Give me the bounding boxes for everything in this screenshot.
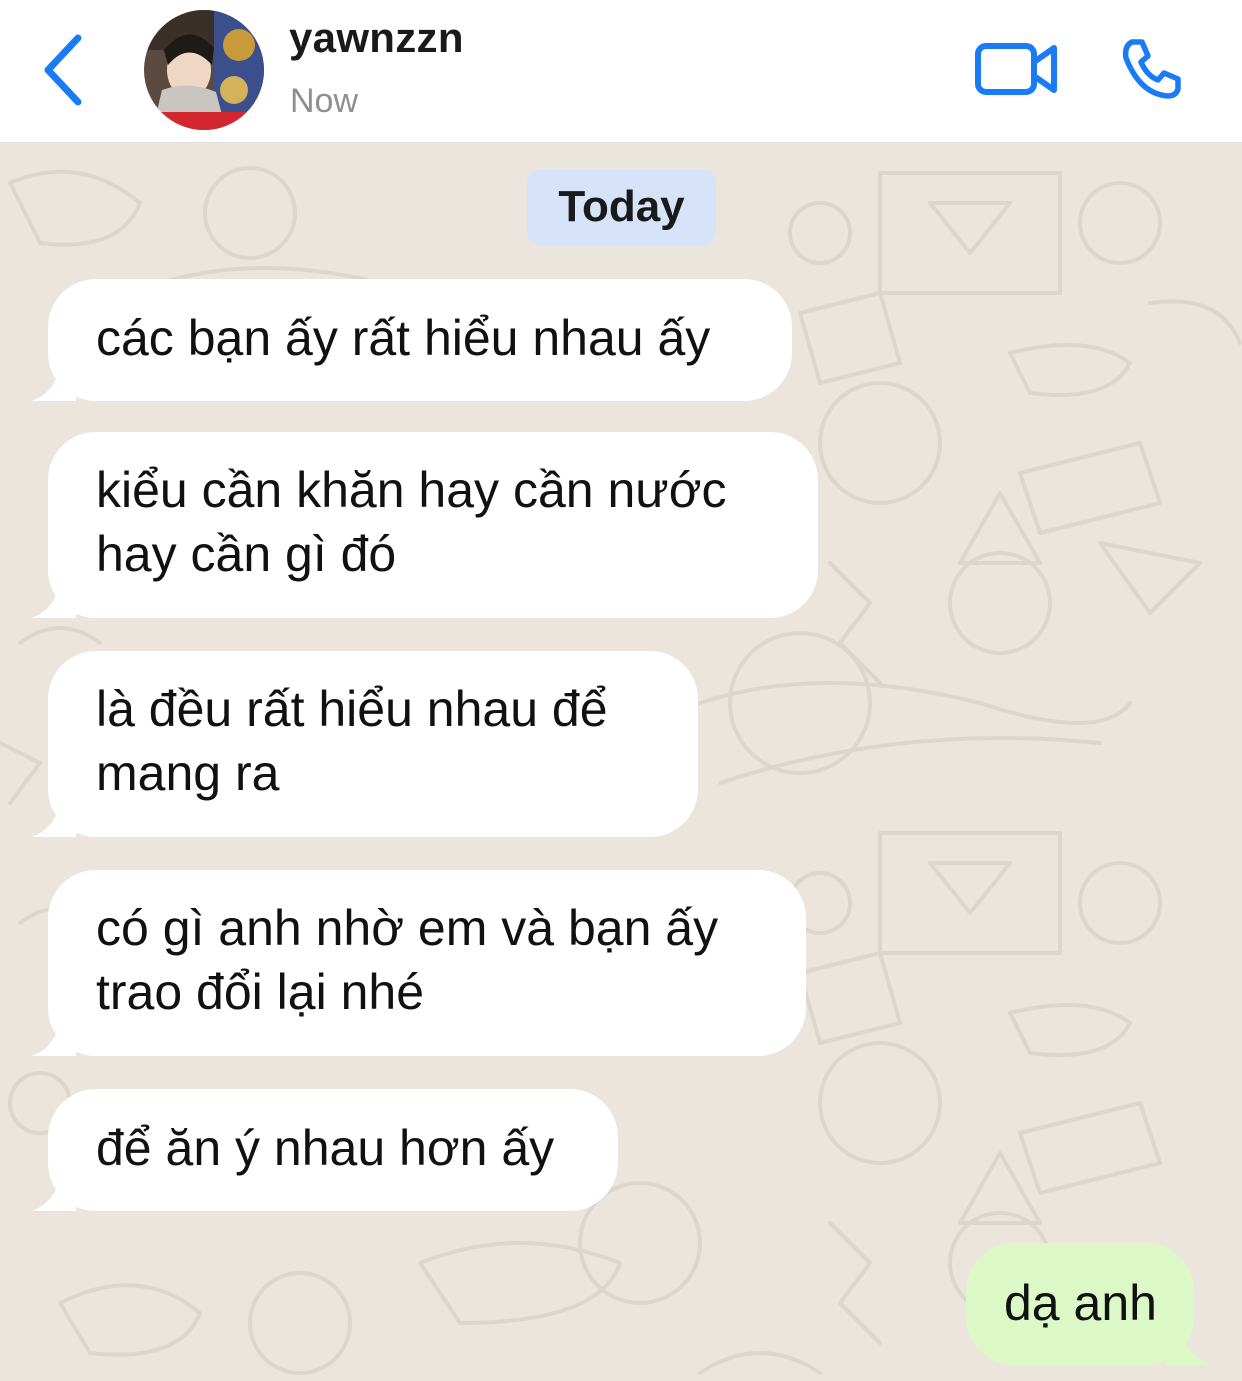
contact-status: Now: [290, 82, 359, 120]
message-bubble-incoming[interactable]: kiểu cần khăn hay cần nước hay cần gì đó: [32, 432, 818, 618]
chat-screen: yawnzzn Now Today các bạn ấy rất hiểu nh…: [0, 0, 1242, 1381]
message-bubble-incoming[interactable]: là đều rất hiểu nhau để mang ra: [32, 651, 698, 837]
chat-header: yawnzzn Now: [0, 0, 1242, 143]
message-text: để ăn ý nhau hơn ấy: [96, 1120, 555, 1176]
bubble-tail: [32, 1177, 76, 1211]
back-button[interactable]: [38, 32, 90, 108]
contact-avatar[interactable]: [144, 10, 264, 130]
message-bubble-outgoing[interactable]: dạ anh: [966, 1243, 1210, 1365]
date-divider: Today: [527, 169, 716, 245]
video-call-button[interactable]: [974, 38, 1060, 100]
bubble-tail: [32, 367, 76, 401]
phone-icon: [1122, 39, 1181, 99]
bubble-tail: [32, 1022, 76, 1056]
message-text: là đều rất hiểu nhau để mang ra: [96, 681, 608, 801]
message-text: kiểu cần khăn hay cần nước hay cần gì đó: [96, 462, 727, 582]
chevron-left-icon: [44, 34, 82, 106]
message-text: dạ anh: [1004, 1275, 1157, 1331]
message-bubble-incoming[interactable]: có gì anh nhờ em và bạn ấy trao đổi lại …: [32, 870, 806, 1056]
avatar-image: [144, 10, 264, 130]
bubble-tail: [1166, 1331, 1210, 1365]
message-text: các bạn ấy rất hiểu nhau ấy: [96, 310, 711, 366]
message-bubble-incoming[interactable]: các bạn ấy rất hiểu nhau ấy: [32, 279, 792, 401]
bubble-tail: [32, 584, 76, 618]
voice-call-button[interactable]: [1118, 36, 1184, 102]
contact-name[interactable]: yawnzzn: [289, 14, 464, 62]
video-camera-icon: [975, 43, 1057, 95]
bubble-tail: [32, 803, 76, 837]
message-text: có gì anh nhờ em và bạn ấy trao đổi lại …: [96, 900, 719, 1020]
message-bubble-incoming[interactable]: để ăn ý nhau hơn ấy: [32, 1089, 618, 1211]
chat-area[interactable]: Today các bạn ấy rất hiểu nhau ấy kiểu c…: [0, 143, 1242, 1381]
